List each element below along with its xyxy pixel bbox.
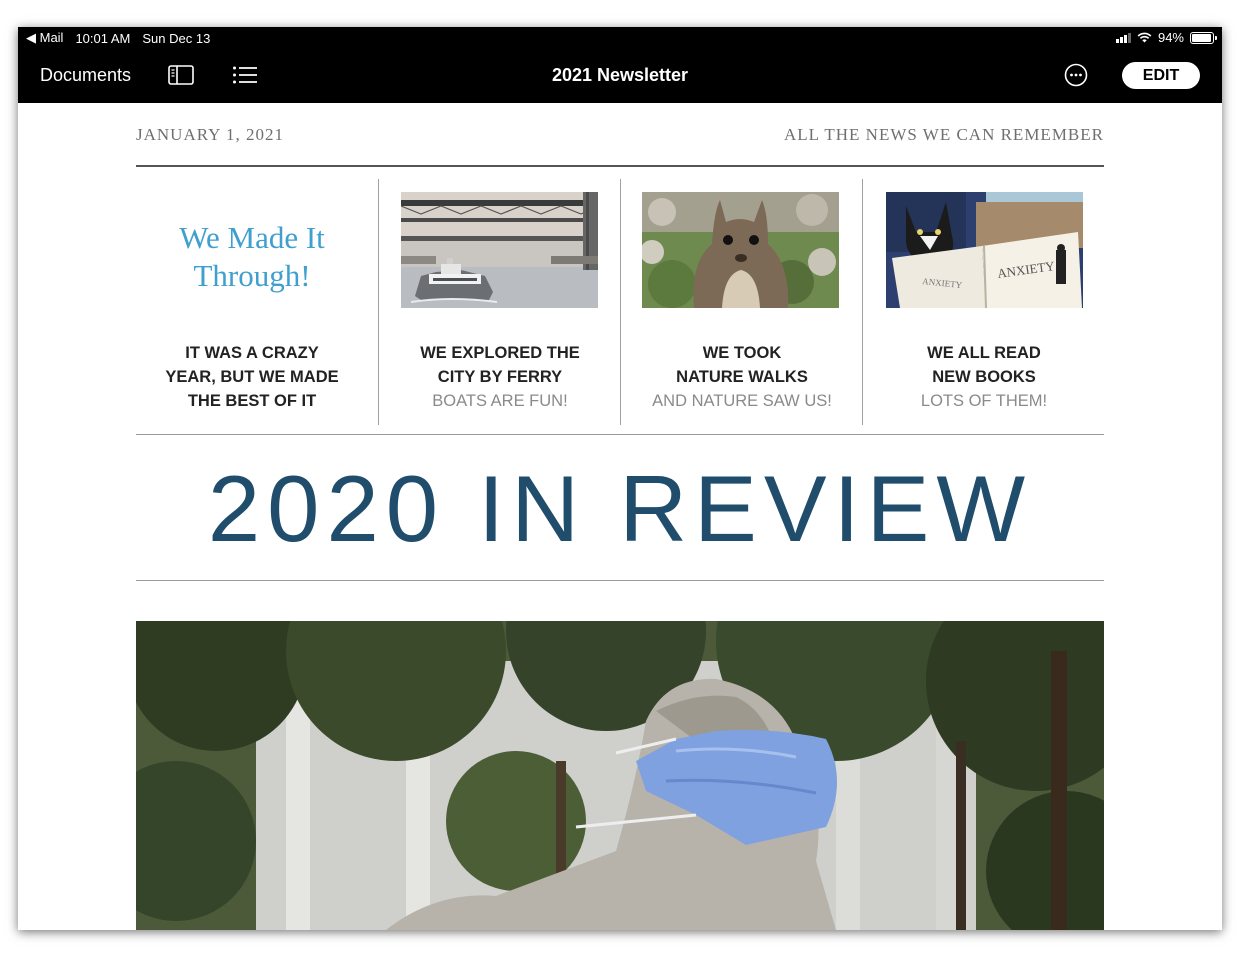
status-bar: ◀ Mail 10:01 AM Sun Dec 13 94% (18, 27, 1222, 49)
column-caption: WE ALL READ NEW BOOKS LOTS OF THEM! (863, 341, 1105, 413)
ipad-screen: ◀ Mail 10:01 AM Sun Dec 13 94% Documents (18, 27, 1222, 930)
status-time: 10:01 AM (75, 30, 131, 46)
cellular-signal-icon (1115, 32, 1131, 43)
masthead-divider (136, 165, 1104, 167)
back-to-mail-link[interactable]: ◀ Mail (26, 30, 63, 46)
caption-subline: LOTS OF THEM! (920, 392, 1048, 410)
edit-button[interactable]: EDIT (1122, 62, 1200, 89)
document-title: 2021 Newsletter (551, 65, 689, 85)
more-icon (1064, 63, 1088, 87)
caption-line: WE EXPLORED THE (420, 344, 580, 362)
headline-line-2: Through! (193, 258, 311, 293)
caption-line: CITY BY FERRY (437, 368, 563, 386)
review-title: 2020 IN REVIEW (207, 456, 1033, 561)
column-nature: WE TOOK NATURE WALKS AND NATURE SAW US! (621, 179, 863, 425)
back-app-label: Mail (39, 30, 64, 45)
wifi-icon (1137, 32, 1152, 43)
battery-percent: 94% (1157, 30, 1184, 45)
list-button[interactable] (232, 65, 258, 85)
battery-icon (1190, 31, 1217, 44)
app-toolbar: Documents 2021 Newsletter EDIT (18, 49, 1222, 103)
squirrel-photo[interactable] (642, 192, 839, 308)
issue-date: JANUARY 1, 2021 (136, 125, 285, 144)
sidebar-button[interactable] (168, 65, 194, 85)
column-headline: We Made It Through! IT WAS A CRAZY YEAR,… (136, 179, 378, 425)
caption-subline: BOATS ARE FUN! (432, 392, 568, 410)
column-caption: WE EXPLORED THE CITY BY FERRY BOATS ARE … (379, 341, 621, 413)
caption-line: YEAR, BUT WE MADE (165, 368, 339, 386)
sidebar-icon (168, 65, 194, 85)
column-caption: WE TOOK NATURE WALKS AND NATURE SAW US! (621, 341, 863, 413)
column-books: ANXIETY ANXIETY WE ALL READ NEW BOOKS LO… (863, 179, 1105, 425)
caption-line: THE BEST OF IT (187, 392, 317, 410)
status-date: Sun Dec 13 (142, 30, 211, 46)
headline: We Made It Through! (136, 219, 368, 295)
tagline: ALL THE NEWS WE CAN REMEMBER (784, 125, 1104, 144)
newsletter-page[interactable]: JANUARY 1, 2021 ALL THE NEWS WE CAN REME… (136, 103, 1104, 930)
caption-line: WE TOOK (702, 344, 782, 362)
masthead: JANUARY 1, 2021 ALL THE NEWS WE CAN REME… (136, 125, 1104, 145)
column-caption: IT WAS A CRAZY YEAR, BUT WE MADE THE BES… (136, 341, 368, 413)
ferry-photo[interactable] (401, 192, 598, 308)
caption-line: WE ALL READ (927, 344, 1041, 362)
column-ferry: WE EXPLORED THE CITY BY FERRY BOATS ARE … (379, 179, 621, 425)
documents-button[interactable]: Documents (40, 65, 131, 86)
section-divider (136, 580, 1104, 581)
section-divider (136, 434, 1104, 435)
more-button[interactable] (1064, 63, 1088, 87)
caption-subline: AND NATURE SAW US! (652, 392, 832, 410)
masked-lion-photo[interactable] (136, 621, 1104, 930)
cat-reading-photo[interactable]: ANXIETY ANXIETY (886, 192, 1083, 308)
list-icon (233, 66, 257, 84)
caption-line: NEW BOOKS (932, 368, 1036, 386)
caption-line: NATURE WALKS (676, 368, 808, 386)
caption-line: IT WAS A CRAZY (185, 344, 319, 362)
headline-line-1: We Made It (179, 220, 325, 255)
